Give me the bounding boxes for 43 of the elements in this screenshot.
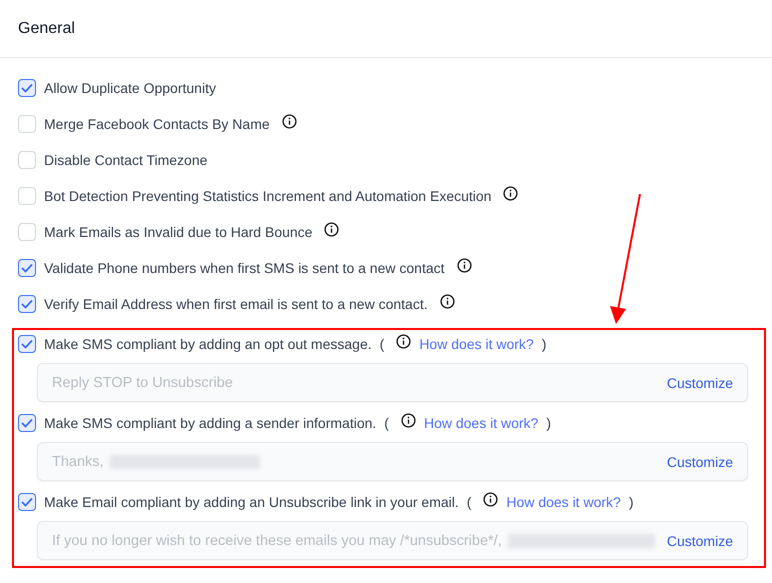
info-icon[interactable] <box>400 412 416 428</box>
field-text: Thanks, <box>52 454 104 470</box>
paren-text: ( <box>384 415 389 431</box>
info-icon[interactable] <box>440 294 455 308</box>
info-icon[interactable] <box>503 186 518 200</box>
option-label: Make SMS compliant by adding an opt out message. <box>44 336 372 352</box>
field-text: Reply STOP to Unsubscribe <box>52 374 233 390</box>
help-link[interactable]: How does it work? <box>424 415 538 431</box>
option-label: Mark Emails as Invalid due to Hard Bounce <box>44 224 312 240</box>
option-label: Validate Phone numbers when first SMS is sent to a new contact <box>44 260 445 276</box>
customize-button[interactable]: Customize <box>666 532 733 548</box>
option-label: Make SMS compliant by adding a sender information. <box>44 415 376 431</box>
help-link[interactable]: How does it work? <box>419 336 534 352</box>
info-icon[interactable] <box>456 258 472 272</box>
paren-text: ) <box>546 415 552 431</box>
option-label: Verify Email Address when first email is sent to a new contact. <box>44 296 428 312</box>
message-field[interactable]: Reply STOP to Unsubscribe Customize <box>37 363 748 402</box>
paren-text: ( <box>466 494 472 510</box>
info-icon[interactable] <box>396 334 412 348</box>
checkbox[interactable] <box>18 295 36 313</box>
option-label: Merge Facebook Contacts By Name <box>44 116 270 132</box>
info-icon[interactable] <box>483 492 498 506</box>
option-label: Make Email compliant by adding an Unsubscribe link in your email. <box>44 494 459 510</box>
checkbox[interactable] <box>18 335 36 353</box>
customize-button[interactable]: Customize <box>666 374 733 390</box>
paren-text: ) <box>628 494 634 510</box>
checkbox[interactable] <box>18 259 36 277</box>
info-icon[interactable] <box>324 222 340 236</box>
paren-text: ( <box>380 336 384 352</box>
help-link[interactable]: How does it work? <box>506 494 621 510</box>
checkbox[interactable] <box>18 79 36 97</box>
paren-text: ) <box>542 336 546 352</box>
customize-button[interactable]: Customize <box>666 454 733 470</box>
message-field[interactable]: If you no longer wish to receive these emails you may /*unsubscribe*/, Customize <box>37 521 748 560</box>
info-icon[interactable] <box>282 114 297 128</box>
field-text: If you no longer wish to receive these emails you may /*unsubscribe*/, <box>52 532 502 548</box>
checkbox[interactable] <box>18 493 36 511</box>
option-label: Disable Contact Timezone <box>44 152 208 168</box>
checkbox[interactable] <box>18 414 36 432</box>
section-title: General <box>18 20 75 38</box>
option-label: Bot Detection Preventing Statistics Increment and Automation Execution <box>44 188 492 204</box>
option-label: Allow Duplicate Opportunity <box>44 80 216 96</box>
message-field[interactable]: Thanks, Customize <box>37 442 748 481</box>
